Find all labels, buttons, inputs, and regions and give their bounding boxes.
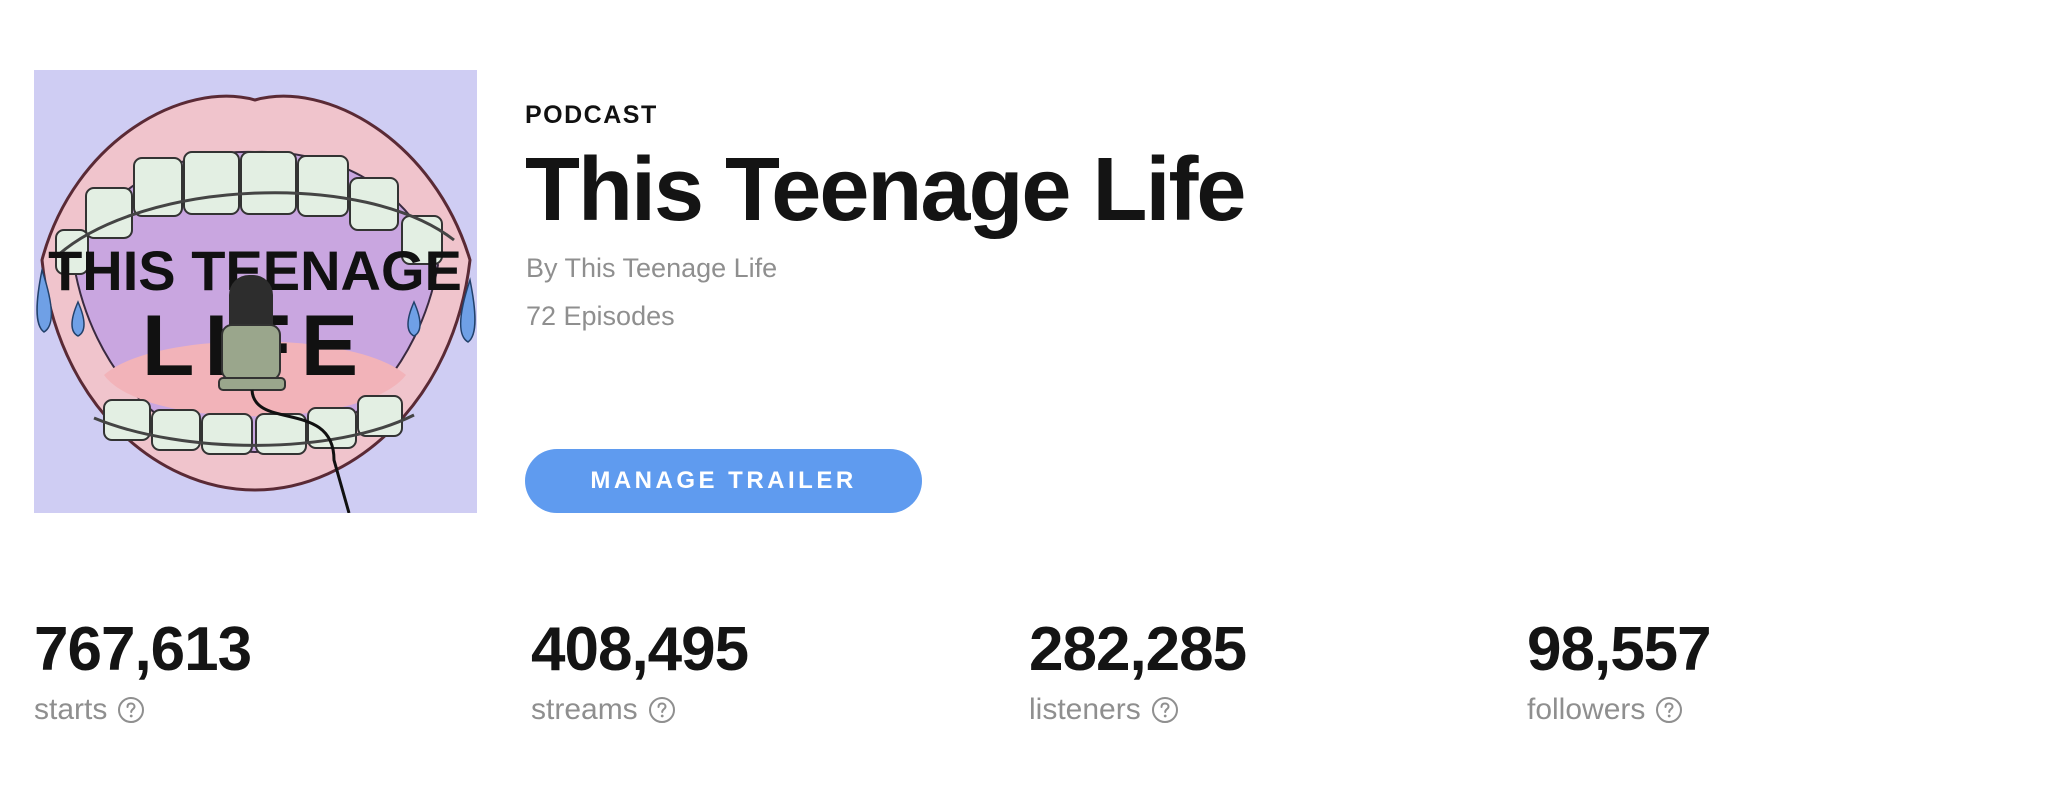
help-circle-icon[interactable] — [117, 696, 145, 724]
content-type-label: PODCAST — [525, 101, 658, 129]
help-circle-icon[interactable] — [1151, 696, 1179, 724]
help-circle-icon[interactable] — [1655, 696, 1683, 724]
manage-trailer-button[interactable]: MANAGE TRAILER — [525, 449, 922, 513]
stat-label: starts — [34, 693, 108, 726]
stat-listeners: 282,285 listeners — [1029, 612, 1247, 730]
stat-value: 408,495 — [531, 615, 749, 684]
stat-label: followers — [1527, 693, 1646, 726]
podcast-author: By This Teenage Life — [526, 253, 778, 283]
stat-label: listeners — [1029, 693, 1141, 726]
stat-value: 767,613 — [34, 615, 252, 684]
stat-starts: 767,613 starts — [34, 612, 252, 730]
stat-value: 282,285 — [1029, 615, 1247, 684]
podcast-cover-art: THIS TEENAGE LIFE — [34, 70, 477, 513]
podcast-title: This Teenage Life — [525, 140, 1246, 240]
podcast-header: PODCAST — [525, 98, 658, 132]
episode-count: 72 Episodes — [526, 301, 675, 331]
stat-followers: 98,557 followers — [1527, 612, 1712, 730]
help-circle-icon[interactable] — [648, 696, 676, 724]
stat-label: streams — [531, 693, 638, 726]
stat-value: 98,557 — [1527, 615, 1712, 684]
stat-streams: 408,495 streams — [531, 612, 749, 730]
